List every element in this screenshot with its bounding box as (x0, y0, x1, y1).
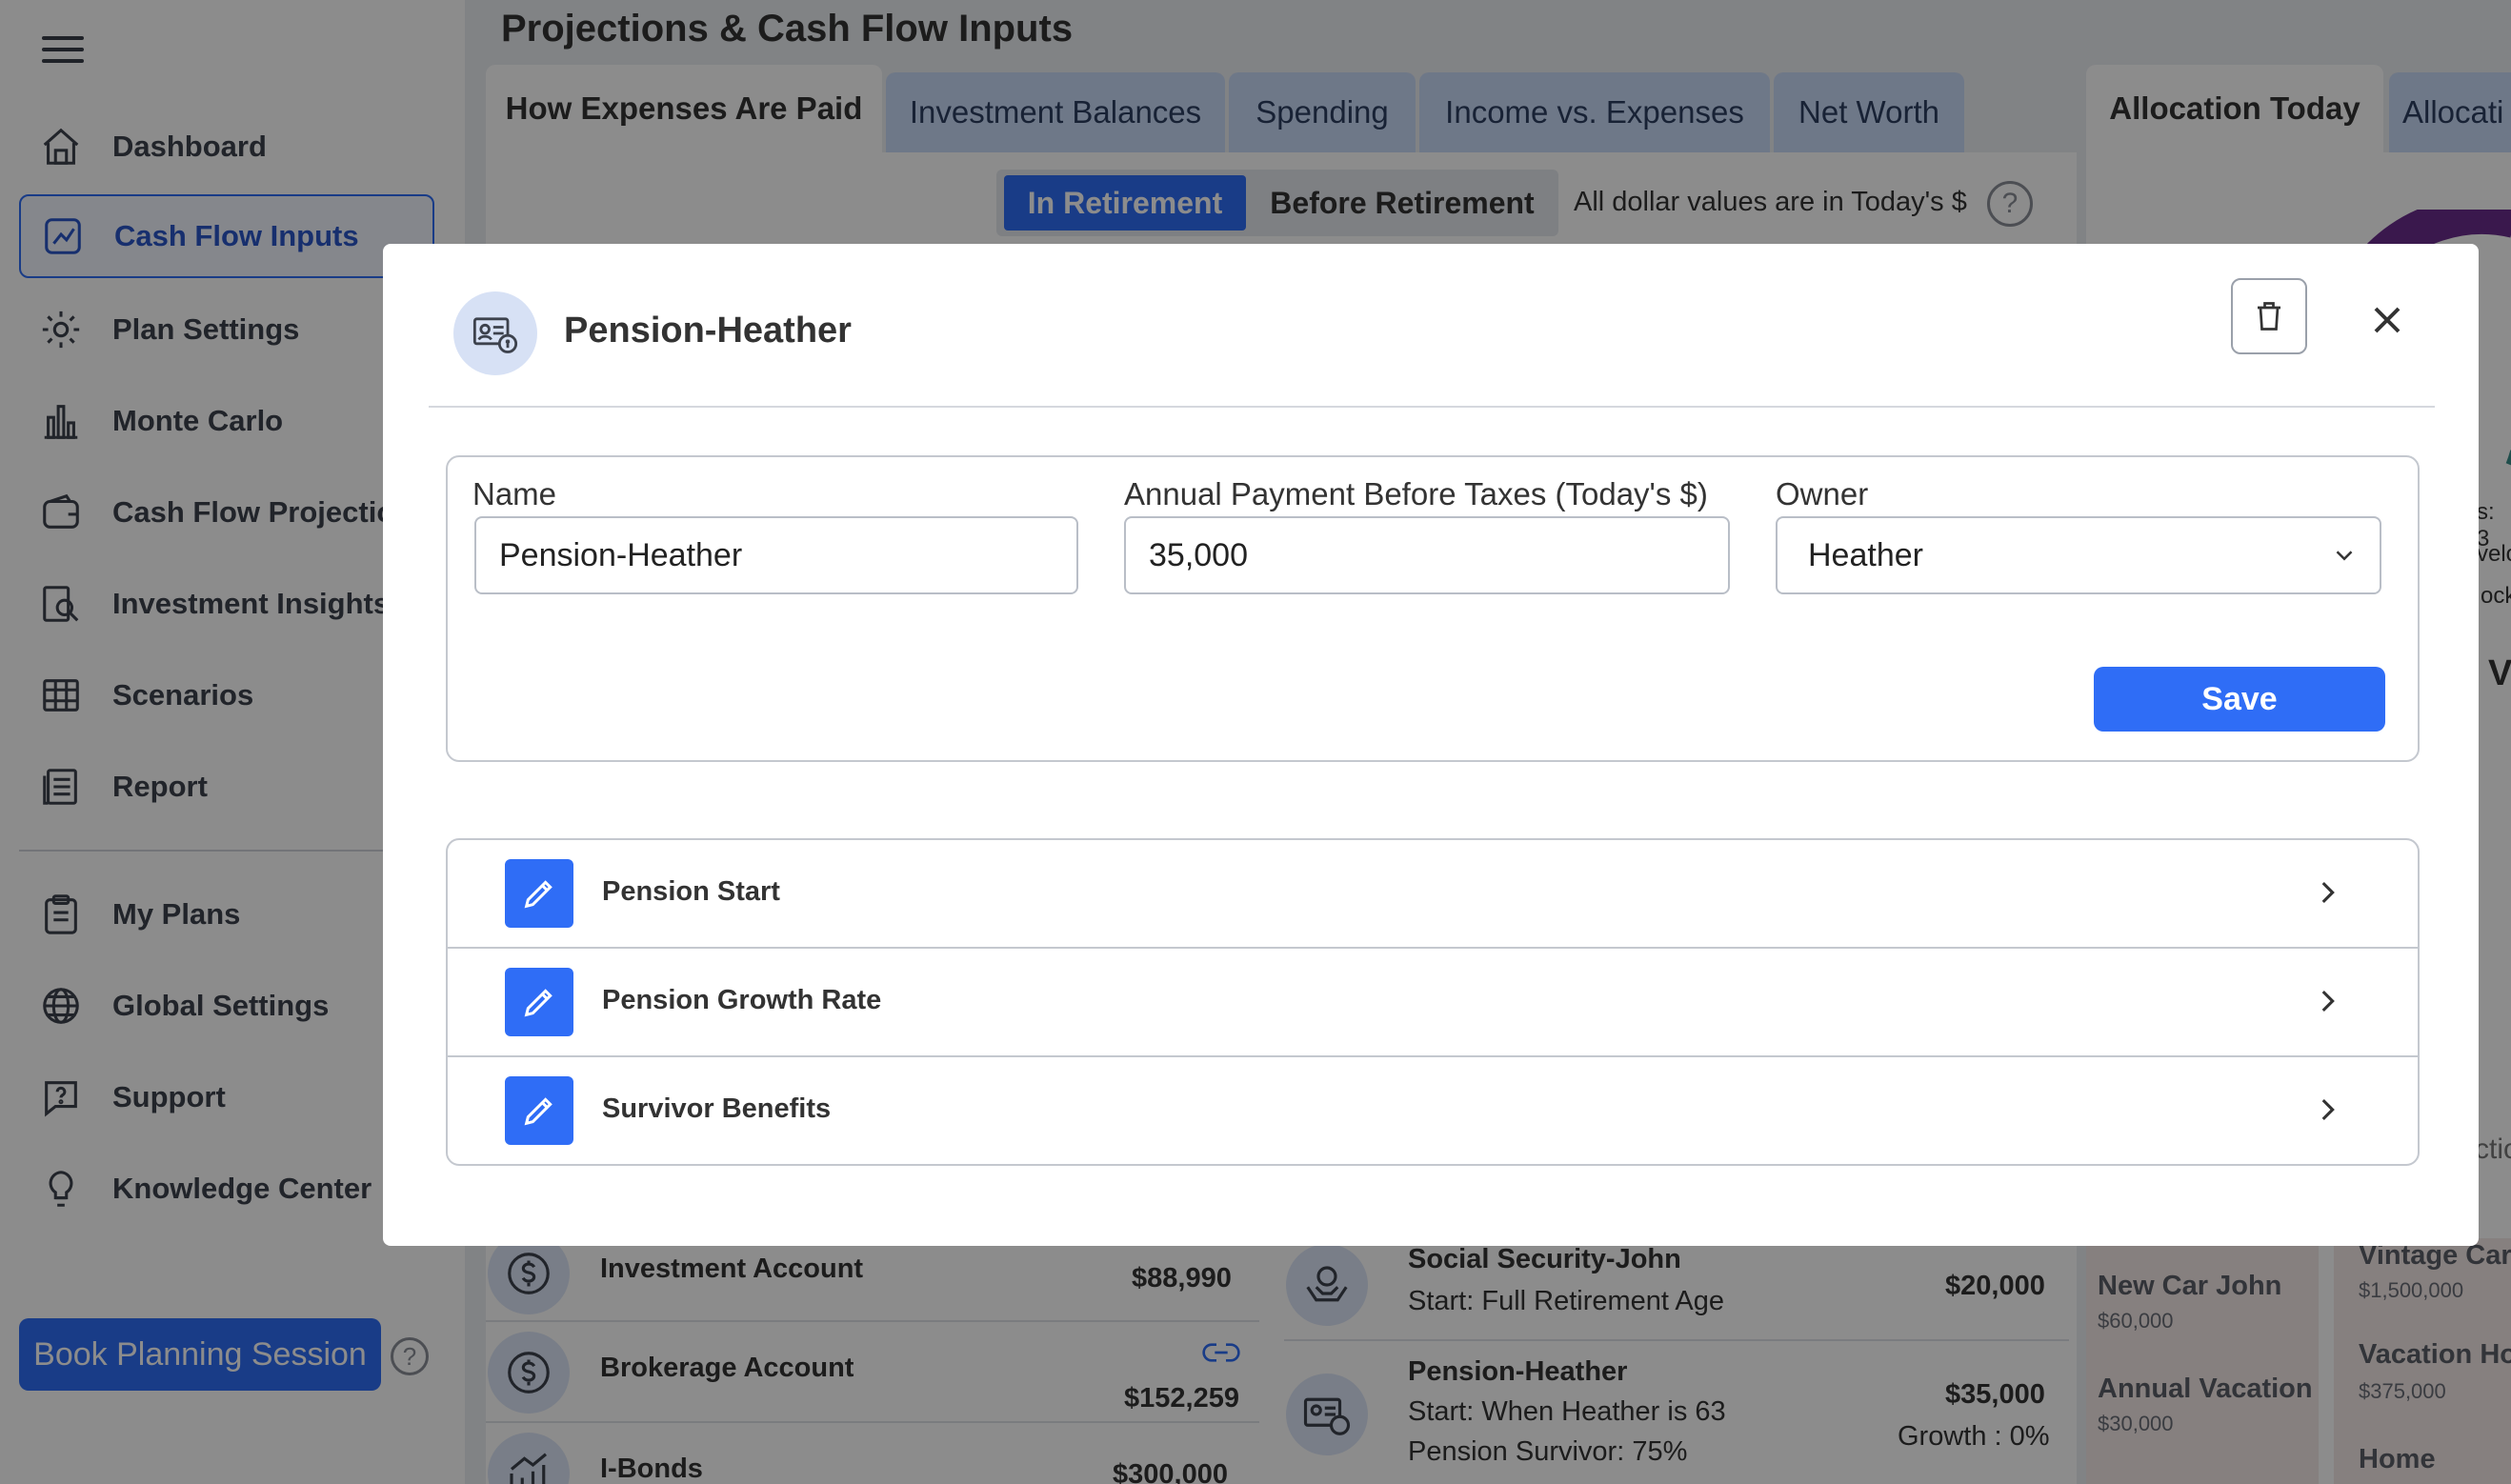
app-window: Dashboard Cash Flow Inputs Plan Settings… (0, 0, 2511, 1484)
modal-title: Pension-Heather (564, 311, 852, 351)
chevron-right-icon (2321, 881, 2335, 904)
save-button[interactable]: Save (2094, 667, 2385, 732)
name-label: Name (472, 476, 557, 511)
owner-select-value: Heather (1808, 536, 1923, 573)
trash-icon (2258, 302, 2280, 331)
annual-payment-value: 35,000 (1149, 536, 1248, 573)
annual-payment-field[interactable]: 35,000 (1124, 516, 1730, 594)
modal-divider (429, 406, 2435, 408)
section-pension-start[interactable]: Pension Start (448, 840, 2418, 949)
section-label: Survivor Benefits (602, 1093, 832, 1124)
name-field[interactable]: Pension-Heather (474, 516, 1078, 594)
chevron-right-icon (2321, 1098, 2335, 1121)
section-survivor-benefits[interactable]: Survivor Benefits (448, 1057, 2418, 1164)
owner-label: Owner (1776, 476, 1869, 511)
close-button[interactable] (2364, 297, 2410, 343)
pencil-icon (505, 968, 573, 1036)
section-label: Pension Growth Rate (602, 985, 882, 1015)
name-field-value: Pension-Heather (499, 536, 743, 573)
pension-sections-list: Pension Start Pension Growth Rate Surviv… (446, 838, 2420, 1166)
section-pension-growth-rate[interactable]: Pension Growth Rate (448, 949, 2418, 1057)
owner-select[interactable]: Heather (1776, 516, 2381, 594)
delete-button[interactable] (2231, 278, 2307, 354)
pension-modal: Pension-Heather Name Pension-Heather Ann… (383, 244, 2479, 1246)
section-label: Pension Start (602, 876, 780, 907)
chevron-right-icon (2321, 990, 2335, 1013)
payment-label: Annual Payment Before Taxes (Today's $) (1124, 476, 1708, 511)
pencil-icon (505, 859, 573, 928)
pension-card-icon (453, 291, 537, 375)
chevron-down-icon (2336, 551, 2353, 561)
close-icon (2374, 307, 2401, 333)
pencil-icon (505, 1076, 573, 1145)
